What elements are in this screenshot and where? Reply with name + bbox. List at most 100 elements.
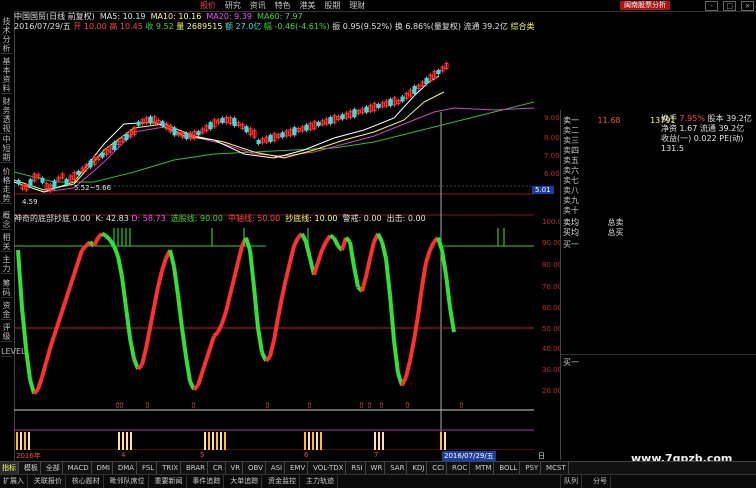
tab-obv[interactable]: OBV [246, 462, 266, 474]
kd-segment [64, 286, 72, 300]
stat-key: 收益(一) [661, 134, 692, 143]
kd-segment [360, 276, 368, 292]
kd-segment [112, 245, 120, 257]
left-tab-finance[interactable]: 财务透视 [1, 97, 12, 134]
tab-asi[interactable]: ASI [269, 462, 286, 474]
menu-futures[interactable]: 股期 [324, 0, 340, 11]
volume-signal-bar [126, 432, 128, 450]
indicator-name[interactable]: 神奇的底部抄底 [14, 214, 70, 223]
menu-finance[interactable]: 理财 [349, 0, 365, 11]
kd-segment [156, 270, 164, 288]
tab-cci[interactable]: CCI [430, 462, 448, 474]
kd-segment [412, 315, 420, 341]
tab-fsl[interactable]: FSL [140, 462, 158, 474]
panel-divider [561, 354, 756, 355]
kd-segment [292, 236, 300, 247]
order-book-panel: 卖一 11.68 13791 卖二 卖三 卖四 卖五 卖六 卖七 卖八 卖九 卖… [560, 110, 756, 460]
up-arrow-icon: ⇧ [264, 401, 271, 410]
tab-macd[interactable]: MACD [66, 462, 92, 474]
tab-mtm[interactable]: MTM [473, 462, 495, 474]
tab-all[interactable]: 全部 [44, 462, 63, 474]
maximize-icon[interactable]: □ [723, 1, 737, 11]
tab-brar[interactable]: BRAR [184, 462, 208, 474]
kd-series-group [16, 231, 456, 395]
menu-feature[interactable]: 特色 [275, 0, 291, 11]
tab-kdj[interactable]: KDJ [410, 462, 428, 474]
kd-segment [428, 241, 436, 251]
up-arrow-icon: ⇧ [458, 401, 465, 410]
tab-mcst[interactable]: MCST [544, 462, 569, 474]
tab-trix[interactable]: TRIX [160, 462, 182, 474]
status-main-trace[interactable]: 主力轨迹 [303, 475, 338, 488]
left-tab-shortterm[interactable]: 中短期 [1, 135, 12, 163]
left-tab-concept[interactable]: 概念 [1, 211, 12, 230]
tab-indicator[interactable]: 指标 [0, 462, 19, 474]
tab-rsi[interactable]: RSI [349, 462, 366, 474]
menu-news[interactable]: 资讯 [250, 0, 266, 11]
left-tab-chips[interactable]: 筹码 [1, 279, 12, 298]
left-tab-funds[interactable]: 资金 [1, 301, 12, 320]
tab-emv[interactable]: EMV [288, 462, 309, 474]
left-tab-main[interactable]: 主力 [1, 255, 12, 274]
status-theme[interactable]: 核心题材 [69, 475, 104, 488]
tab-dma[interactable]: DMA [116, 462, 138, 474]
sell-row-1: 卖一 11.68 13791 [563, 116, 676, 126]
status-related[interactable]: 关联报价 [31, 475, 66, 488]
kd-segment [424, 249, 432, 264]
left-tab-related[interactable]: 相关 [1, 233, 12, 252]
minimize-icon[interactable]: - [705, 1, 719, 11]
kd-segment [392, 340, 400, 374]
stat-key2: 股本 [707, 114, 724, 123]
price-tick-current: 5.01 [532, 186, 554, 194]
status-news[interactable]: 重要新闻 [152, 475, 187, 488]
kline-chart[interactable]: 4.59 5.52~5.66 ⇧⇧ ⇧ ⇧ ⇧ ⇧ ⇧ ⇧ ⇧ ⇧ ⇧ [14, 32, 534, 450]
tab-vol-tdx[interactable]: VOL-TDX [311, 462, 347, 474]
promo-tag[interactable]: 闽南股票分析 [620, 1, 670, 10]
kd-segment [76, 249, 84, 264]
status-bigorders[interactable]: 大单追踪 [227, 475, 263, 488]
left-tab-basic[interactable]: 基本资料 [1, 57, 12, 94]
kd-segment [128, 337, 136, 360]
left-tab-trend[interactable]: 价格走势 [1, 167, 12, 204]
left-tab-rating[interactable]: 评级 [1, 323, 12, 342]
tab-sar[interactable]: SAR [388, 462, 408, 474]
left-tab-tech[interactable]: 技术分析 [1, 17, 12, 54]
volume-signal-bar [24, 432, 26, 450]
status-seats[interactable]: 毗邻队席位 [107, 475, 149, 488]
left-tab-level[interactable]: LEVEL [1, 347, 26, 357]
status-events[interactable]: 事件追踪 [189, 475, 225, 488]
kd-segment [352, 266, 360, 288]
status-split[interactable]: 分号 [590, 475, 611, 488]
window-controls: - □ × [703, 1, 754, 11]
tab-template[interactable]: 模板 [22, 462, 41, 474]
status-funds[interactable]: 资金监控 [265, 475, 301, 488]
tab-boll[interactable]: BOLL [497, 462, 521, 474]
low2-price-annotation: 5.52~5.66 [74, 184, 112, 192]
up-arrow-icon: ⇧ [118, 401, 125, 410]
tab-wr[interactable]: WR [369, 462, 386, 474]
main-menu: 报价 研究 资讯 特色 港美 股期 理财 [200, 0, 371, 11]
volume-signal-bar [378, 432, 380, 450]
close-icon[interactable]: × [741, 1, 754, 11]
low-price-annotation: 4.59 [22, 198, 38, 206]
volume-signal-bar [220, 432, 222, 450]
date-start: 2016年 [16, 452, 41, 460]
menu-quote[interactable]: 报价 [200, 0, 216, 11]
tab-roc[interactable]: ROC [450, 462, 471, 474]
menu-hk-us[interactable]: 港美 [300, 0, 316, 11]
kd-segment [104, 234, 112, 242]
stock-title[interactable]: 中国国贸(日线 前复权) [14, 12, 95, 21]
status-queue[interactable]: 队列 [560, 475, 582, 488]
indicator-warn: 警戒: 0.00 [342, 214, 382, 223]
tab-cr[interactable]: CR [211, 462, 226, 474]
tab-dmi[interactable]: DMI [94, 462, 113, 474]
kd-segment [148, 307, 156, 329]
tab-vr[interactable]: VR [229, 462, 244, 474]
status-expand[interactable]: 扩展入 [0, 475, 28, 488]
tab-psy[interactable]: PSY [523, 462, 542, 474]
kd-segment [180, 327, 188, 357]
kd-segment [228, 278, 236, 296]
menu-research[interactable]: 研究 [225, 0, 241, 11]
stat-value: 0.022 [693, 134, 717, 143]
volume-signal-bar [374, 432, 376, 450]
